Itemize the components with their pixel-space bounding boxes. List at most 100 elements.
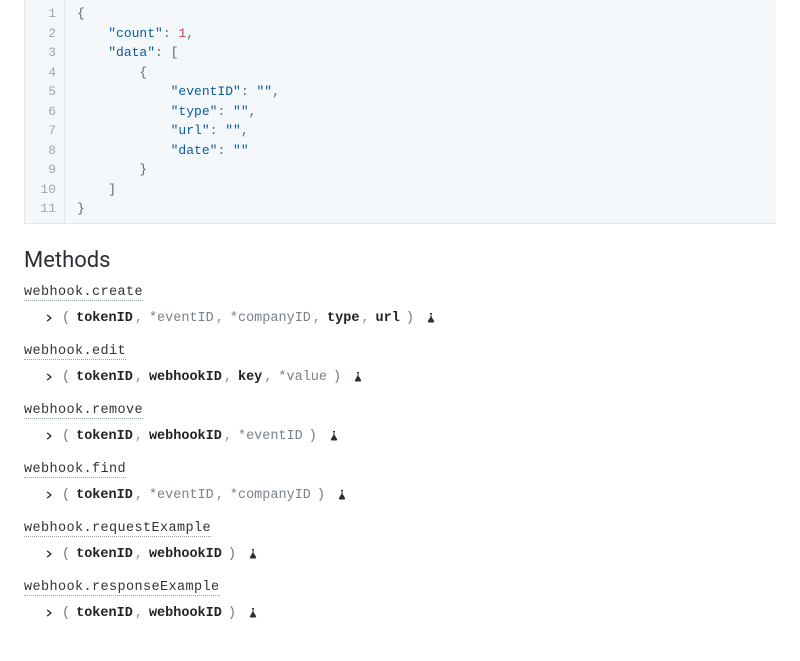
code-line: "date": "" <box>77 141 280 161</box>
code-line: ] <box>77 180 280 200</box>
chevron-right-icon[interactable] <box>42 370 56 384</box>
param-separator: , <box>264 370 276 385</box>
param-separator: , <box>313 311 325 326</box>
param-required: webhookID <box>149 370 222 385</box>
flask-icon[interactable] <box>246 606 260 620</box>
code-line: "eventID": "", <box>77 82 280 102</box>
method: webhook.create (tokenID, *eventID, *compa… <box>24 283 776 336</box>
line-number: 8 <box>33 141 56 161</box>
param-label: eventID <box>246 429 303 444</box>
code-example: 1234567891011 { "count": 1, "data": [ { … <box>24 0 776 224</box>
param-label: eventID <box>157 488 214 503</box>
param-separator: , <box>216 311 228 326</box>
paren-open: ( <box>58 311 74 326</box>
line-number: 3 <box>33 43 56 63</box>
param-separator: , <box>224 370 236 385</box>
chevron-right-icon[interactable] <box>42 311 56 325</box>
methods-heading: Methods <box>24 248 776 273</box>
param-required: webhookID <box>149 606 222 621</box>
param-label: companyID <box>238 488 311 503</box>
paren-open: ( <box>58 488 74 503</box>
param-optional: *companyID <box>230 488 311 503</box>
method-name-link[interactable]: webhook.requestExample <box>24 521 211 537</box>
code-line: "type": "", <box>77 102 280 122</box>
optional-star: * <box>149 311 157 326</box>
flask-icon[interactable] <box>424 311 438 325</box>
flask-icon[interactable] <box>246 547 260 561</box>
paren-close: ) <box>313 488 329 503</box>
param-required: url <box>376 311 400 326</box>
optional-star: * <box>238 429 246 444</box>
method: webhook.remove (tokenID, webhookID, *even… <box>24 401 776 454</box>
paren-open: ( <box>58 429 74 444</box>
line-number: 6 <box>33 102 56 122</box>
param-separator: , <box>135 370 147 385</box>
param-required: webhookID <box>149 547 222 562</box>
method-name-link[interactable]: webhook.edit <box>24 344 126 360</box>
method: webhook.responseExample (tokenID, webhook… <box>24 578 776 631</box>
flask-icon[interactable] <box>327 429 341 443</box>
param-optional: *eventID <box>238 429 303 444</box>
method-name-link[interactable]: webhook.responseExample <box>24 580 220 596</box>
method-signature: (tokenID, webhookID, key, *value) <box>24 366 776 395</box>
chevron-right-icon[interactable] <box>42 429 56 443</box>
paren-close: ) <box>305 429 321 444</box>
code-gutter: 1234567891011 <box>25 0 65 223</box>
method-signature: (tokenID, webhookID) <box>24 602 776 631</box>
method: webhook.find(tokenID, *eventID, *company… <box>24 460 776 513</box>
param-separator: , <box>135 488 147 503</box>
param-required: tokenID <box>76 488 133 503</box>
paren-close: ) <box>402 311 418 326</box>
line-number: 1 <box>33 4 56 24</box>
paren-open: ( <box>58 606 74 621</box>
method-name-link[interactable]: webhook.find <box>24 462 126 478</box>
paren-open: ( <box>58 547 74 562</box>
param-separator: , <box>216 488 228 503</box>
flask-icon[interactable] <box>351 370 365 384</box>
line-number: 9 <box>33 160 56 180</box>
code-line: } <box>77 199 280 219</box>
param-separator: , <box>135 606 147 621</box>
optional-star: * <box>230 311 238 326</box>
method-name-link[interactable]: webhook.remove <box>24 403 143 419</box>
chevron-right-icon[interactable] <box>42 547 56 561</box>
chevron-right-icon[interactable] <box>42 606 56 620</box>
param-required: tokenID <box>76 606 133 621</box>
line-number: 5 <box>33 82 56 102</box>
method-signature: (tokenID, *eventID, *companyID, type, ur… <box>24 307 776 336</box>
param-separator: , <box>135 429 147 444</box>
optional-star: * <box>278 370 286 385</box>
code-line: "count": 1, <box>77 24 280 44</box>
method-name-link[interactable]: webhook.create <box>24 285 143 301</box>
param-separator: , <box>361 311 373 326</box>
param-optional: *value <box>278 370 327 385</box>
param-optional: *eventID <box>149 311 214 326</box>
param-required: key <box>238 370 262 385</box>
line-number: 4 <box>33 63 56 83</box>
method-signature: (tokenID, *eventID, *companyID) <box>24 484 776 513</box>
flask-icon[interactable] <box>335 488 349 502</box>
param-separator: , <box>224 429 236 444</box>
paren-close: ) <box>224 606 240 621</box>
param-required: webhookID <box>149 429 222 444</box>
method: webhook.edit (tokenID, webhookID, key, *v… <box>24 342 776 395</box>
param-required: tokenID <box>76 311 133 326</box>
param-optional: *companyID <box>230 311 311 326</box>
line-number: 7 <box>33 121 56 141</box>
methods-list: webhook.create(tokenID, *eventID, *compa… <box>24 283 776 631</box>
method-signature: (tokenID, webhookID, *eventID) <box>24 425 776 454</box>
code-body: { "count": 1, "data": [ { "eventID": "",… <box>65 0 292 223</box>
code-line: "url": "", <box>77 121 280 141</box>
param-optional: *eventID <box>149 488 214 503</box>
code-line: "data": [ <box>77 43 280 63</box>
line-number: 2 <box>33 24 56 44</box>
method: webhook.requestExample (tokenID, webhookI… <box>24 519 776 572</box>
code-line: { <box>77 63 280 83</box>
optional-star: * <box>230 488 238 503</box>
param-required: tokenID <box>76 547 133 562</box>
param-separator: , <box>135 547 147 562</box>
param-separator: , <box>135 311 147 326</box>
chevron-right-icon[interactable] <box>42 488 56 502</box>
param-required: type <box>327 311 359 326</box>
param-required: tokenID <box>76 370 133 385</box>
